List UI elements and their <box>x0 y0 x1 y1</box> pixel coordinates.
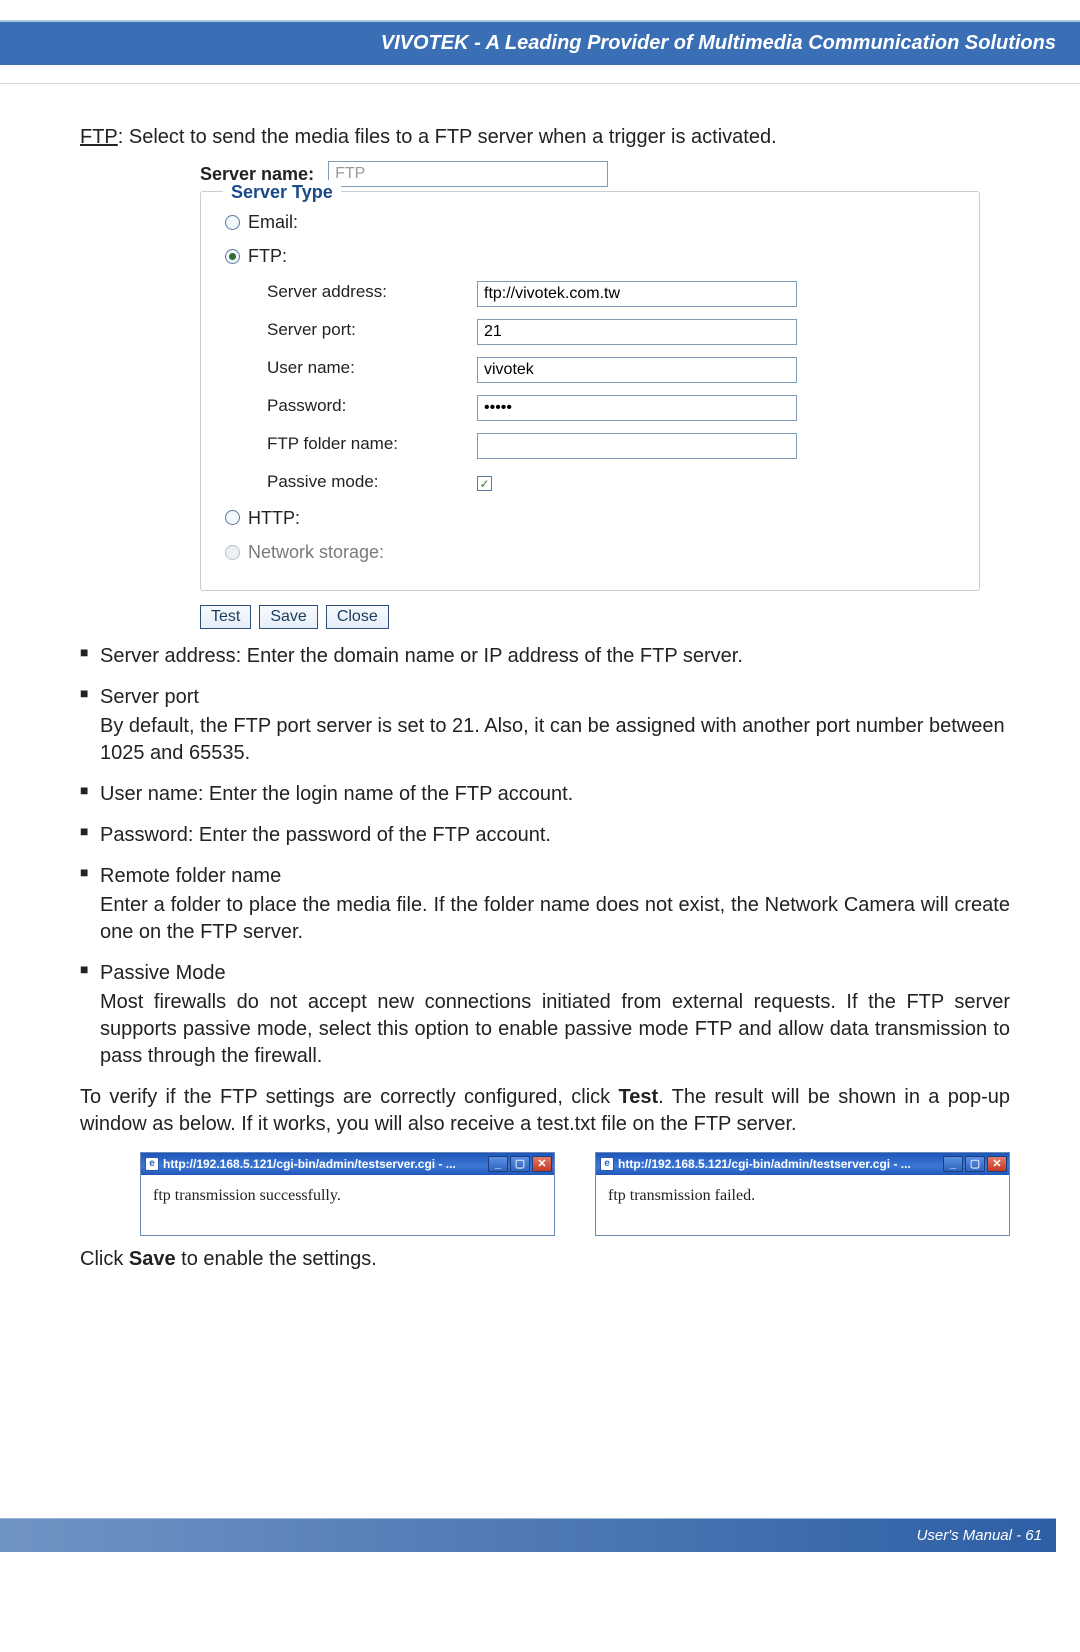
bullet-server-address: Server address: Enter the domain name or… <box>80 643 1010 670</box>
dialog-failed-titlebar: e http://192.168.5.121/cgi-bin/admin/tes… <box>596 1153 1009 1175</box>
close-icon[interactable]: ✕ <box>987 1156 1007 1172</box>
ftp-intro: FTP: Select to send the media files to a… <box>80 124 1010 151</box>
radio-ftp-row[interactable]: FTP: <box>225 244 961 268</box>
server-port-label: Server port: <box>267 319 477 342</box>
form-buttons: Test Save Close <box>200 605 980 629</box>
dialog-success-titlebar: e http://192.168.5.121/cgi-bin/admin/tes… <box>141 1153 554 1175</box>
radio-network-storage <box>225 545 240 560</box>
restore-icon[interactable]: ▢ <box>510 1156 530 1172</box>
bullet-remote-folder-body: Enter a folder to place the media file. … <box>100 892 1010 946</box>
user-name-label: User name: <box>267 357 477 380</box>
bullet-passive-mode-body: Most firewalls do not accept new connect… <box>100 989 1010 1070</box>
bullet-server-port-body: By default, the FTP port server is set t… <box>100 713 1010 767</box>
ftp-folder-label: FTP folder name: <box>267 433 477 456</box>
bullet-passive-mode-title: Passive Mode <box>100 960 1010 987</box>
verify-paragraph: To verify if the FTP settings are correc… <box>80 1084 1010 1138</box>
close-button[interactable]: Close <box>326 605 389 629</box>
radio-email[interactable] <box>225 215 240 230</box>
server-name-input[interactable] <box>328 161 608 187</box>
user-name-input[interactable] <box>477 357 797 383</box>
server-address-input[interactable] <box>477 281 797 307</box>
page-footer-wrap: User's Manual - 61 <box>0 1507 1080 1612</box>
ftp-folder-input[interactable] <box>477 433 797 459</box>
ie-icon: e <box>600 1157 614 1171</box>
page-header: VIVOTEK - A Leading Provider of Multimed… <box>0 22 1080 65</box>
dialog-success: e http://192.168.5.121/cgi-bin/admin/tes… <box>140 1152 555 1236</box>
radio-ftp[interactable] <box>225 249 240 264</box>
server-type-legend: Server Type <box>223 180 341 204</box>
radio-network-storage-label: Network storage: <box>248 540 384 564</box>
test-button[interactable]: Test <box>200 605 251 629</box>
minimize-icon[interactable]: _ <box>488 1156 508 1172</box>
radio-http-label: HTTP: <box>248 506 300 530</box>
footer-text: User's Manual - 61 <box>917 1527 1042 1544</box>
dialog-failed: e http://192.168.5.121/cgi-bin/admin/tes… <box>595 1152 1010 1236</box>
dialog-failed-body: ftp transmission failed. <box>596 1175 1009 1235</box>
ie-icon: e <box>145 1157 159 1171</box>
server-form: Server name: Server Type Email: FTP: Ser… <box>200 161 980 629</box>
dialog-failed-title: http://192.168.5.121/cgi-bin/admin/tests… <box>618 1156 939 1172</box>
bullet-remote-folder-title: Remote folder name <box>100 863 1010 890</box>
dialog-success-body: ftp transmission successfully. <box>141 1175 554 1235</box>
server-port-input[interactable] <box>477 319 797 345</box>
save-line-bold: Save <box>129 1248 176 1270</box>
server-type-fieldset: Server Type Email: FTP: Server address: <box>200 191 980 591</box>
verify-bold: Test <box>618 1086 658 1108</box>
bullet-server-port: Server port By default, the FTP port ser… <box>80 684 1010 767</box>
radio-network-storage-row: Network storage: <box>225 540 961 564</box>
page-footer: User's Manual - 61 <box>0 1519 1056 1552</box>
ftp-intro-underline: FTP <box>80 126 118 148</box>
radio-email-label: Email: <box>248 210 298 234</box>
ftp-fields: Server address: Server port: User name: <box>267 279 961 496</box>
bullet-password: Password: Enter the password of the FTP … <box>80 822 1010 849</box>
bullet-passive-mode: Passive Mode Most firewalls do not accep… <box>80 960 1010 1070</box>
passive-mode-label: Passive mode: <box>267 471 477 494</box>
password-input[interactable] <box>477 395 797 421</box>
result-dialogs: e http://192.168.5.121/cgi-bin/admin/tes… <box>140 1152 1010 1236</box>
bullet-user-name: User name: Enter the login name of the F… <box>80 781 1010 808</box>
restore-icon[interactable]: ▢ <box>965 1156 985 1172</box>
save-line-post: to enable the settings. <box>176 1248 377 1270</box>
radio-http-row[interactable]: HTTP: <box>225 506 961 530</box>
radio-email-row[interactable]: Email: <box>225 210 961 234</box>
bullet-server-port-title: Server port <box>100 684 1010 711</box>
server-address-label: Server address: <box>267 281 477 304</box>
radio-http[interactable] <box>225 510 240 525</box>
header-title: VIVOTEK - A Leading Provider of Multimed… <box>381 32 1056 54</box>
dialog-success-title: http://192.168.5.121/cgi-bin/admin/tests… <box>163 1156 484 1172</box>
bullet-list: Server address: Enter the domain name or… <box>80 643 1010 1070</box>
bullet-remote-folder: Remote folder name Enter a folder to pla… <box>80 863 1010 946</box>
save-button[interactable]: Save <box>259 605 317 629</box>
password-label: Password: <box>267 395 477 418</box>
minimize-icon[interactable]: _ <box>943 1156 963 1172</box>
save-line: Click Save to enable the settings. <box>80 1246 1010 1273</box>
ftp-intro-text: : Select to send the media files to a FT… <box>118 126 777 148</box>
passive-mode-checkbox[interactable]: ✓ <box>477 476 492 491</box>
verify-pre: To verify if the FTP settings are correc… <box>80 1086 618 1108</box>
radio-ftp-label: FTP: <box>248 244 287 268</box>
close-icon[interactable]: ✕ <box>532 1156 552 1172</box>
save-line-pre: Click <box>80 1248 129 1270</box>
